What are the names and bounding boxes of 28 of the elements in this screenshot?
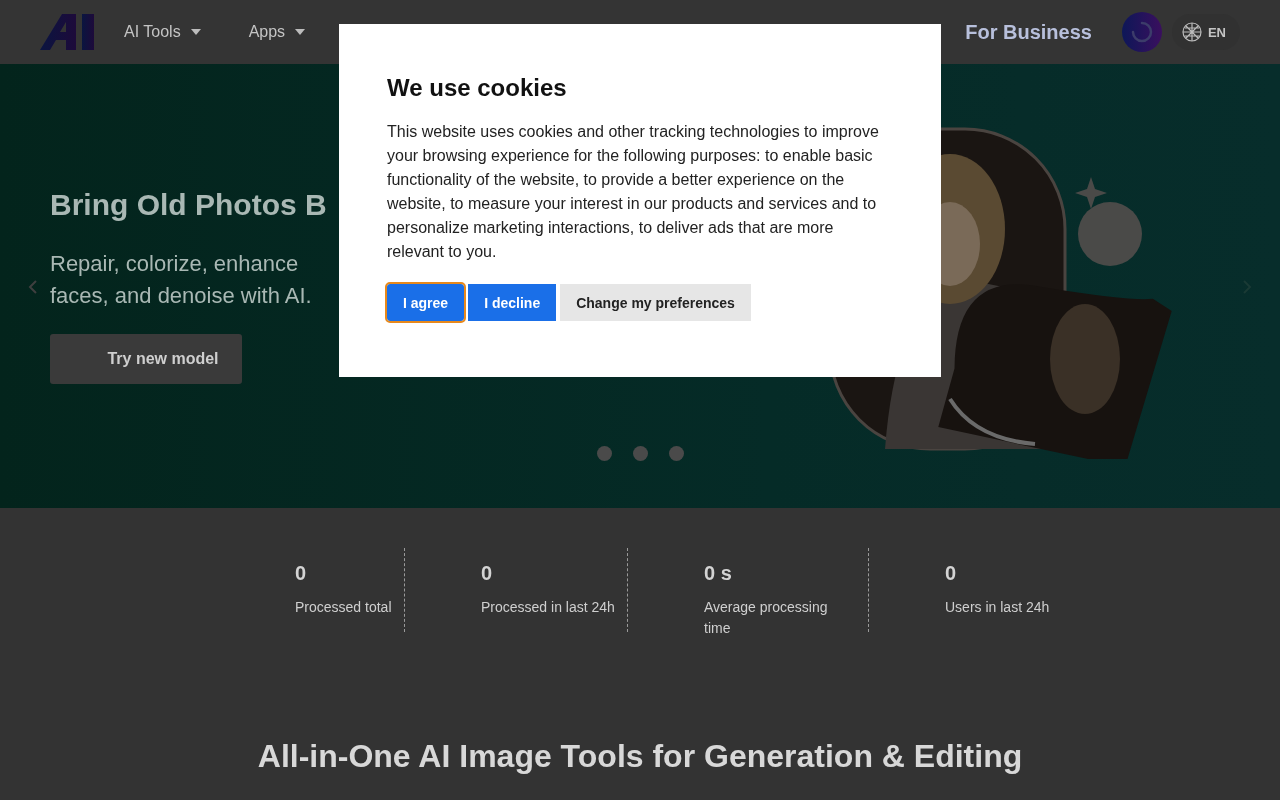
stat-label: Processed total [295,598,393,617]
logo-icon[interactable] [40,14,94,50]
hero-subtitle: Repair, colorize, enhance faces, and denoise with AI. [50,250,313,310]
stat-value: 0 [945,562,958,585]
stat-value: 0 s [704,562,733,585]
stat-label: Average processing time [704,598,829,638]
nav-menu[interactable]: Apps [248,23,306,41]
carousel-dot[interactable] [633,446,648,461]
stat-value: 0 [295,562,308,585]
stat-label: Processed in last 24h [481,598,616,617]
carousel-dot[interactable] [597,446,612,461]
caret-icon [190,29,201,35]
stat-value: 0 [481,562,494,585]
caret-icon [295,29,306,35]
dialog-button[interactable]: I decline [468,284,557,321]
carousel-dot[interactable] [669,446,684,461]
stat-label: Users in last 24h [945,598,1051,617]
try-model-button[interactable]: Try new model [50,334,242,384]
section-heading: All-in-One AI Image Tools for Generation & Editing [256,738,1024,775]
business-link[interactable]: For Business [965,20,1092,44]
dialog-button[interactable]: Change my preferences [560,284,751,321]
nav-menu[interactable]: AI Tools [124,23,201,41]
dialog-text: This website uses cookies and other tracking technologies to improve your browsing experience for the following purposes: to enable basic functionality of the website, to provide a better experience on the website, to measure your interest in our products and services and to personalize marketing interactions, to deliver ads that are more relevant to you. [387,122,880,262]
hero-title: Bring Old Photos B [50,188,328,222]
globe-icon [1181,22,1202,42]
dialog-button[interactable]: I agree [387,284,465,321]
dialog-title: We use cookies [387,74,568,102]
loading-avatar-icon[interactable] [1121,12,1162,52]
